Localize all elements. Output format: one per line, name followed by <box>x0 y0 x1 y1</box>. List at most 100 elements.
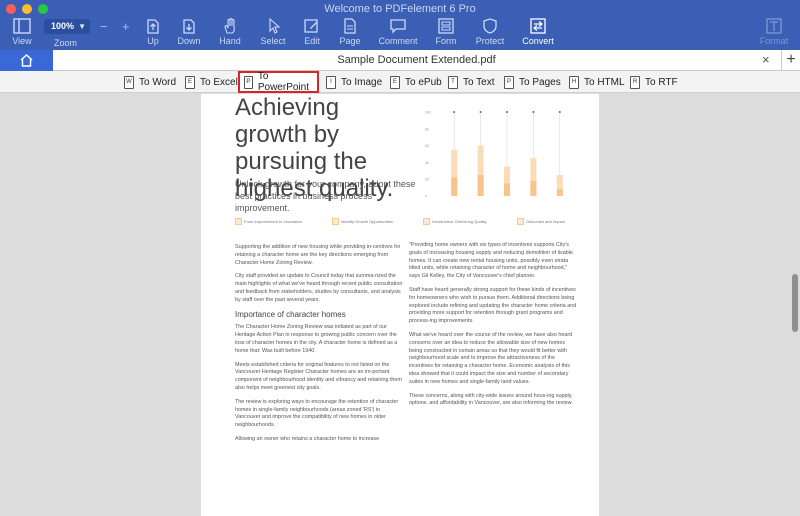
bar-chart: 100 80 60 40 20 0 <box>425 111 563 199</box>
legend-swatch <box>235 218 242 225</box>
pages-file-icon: P <box>504 75 514 89</box>
to-text-button[interactable]: T To Text <box>444 73 499 91</box>
to-rtf-button[interactable]: R To RTF <box>626 73 682 91</box>
hand-label: Hand <box>219 36 241 46</box>
to-html-button[interactable]: H To HTML <box>565 73 629 91</box>
legend-label: Outcomes and Impact <box>525 219 565 224</box>
chart-guide-dot <box>506 111 508 113</box>
paragraph: City staff provided an update to Council… <box>235 273 403 303</box>
to-rtf-label: To RTF <box>645 76 678 88</box>
hand-button[interactable]: Hand <box>208 18 252 50</box>
y-tick-label: 60 <box>425 144 429 148</box>
up-arrow-icon <box>147 19 159 34</box>
convert-button[interactable]: Convert <box>516 18 560 50</box>
to-epub-button[interactable]: E To ePub <box>386 73 446 91</box>
to-excel-label: To Excel <box>200 76 238 88</box>
document-tab-bar: Sample Document Extended.pdf × + <box>0 50 800 71</box>
paragraph: Allowing an owner who retains a characte… <box>235 435 380 442</box>
home-tab-button[interactable] <box>0 50 53 71</box>
close-tab-button[interactable]: × <box>762 52 770 67</box>
to-excel-button[interactable]: E To Excel <box>181 73 242 91</box>
document-tab-title[interactable]: Sample Document Extended.pdf <box>53 50 780 71</box>
y-tick-label: 80 <box>425 127 429 131</box>
convert-icon <box>530 18 546 34</box>
to-powerpoint-button[interactable]: P To PowerPoint <box>238 71 319 93</box>
down-button[interactable]: Down <box>167 18 211 50</box>
zoom-label: Zoom <box>54 38 78 48</box>
zoom-out-button[interactable]: − <box>100 19 108 34</box>
down-label: Down <box>177 36 201 46</box>
view-icon <box>13 18 31 34</box>
view-label: View <box>12 36 32 46</box>
page-label: Page <box>339 36 361 46</box>
paragraph: Meets established criteria for original … <box>235 361 402 391</box>
form-label: Form <box>435 36 457 46</box>
comment-icon <box>390 19 406 34</box>
subheading: Importance of character homes <box>235 309 346 319</box>
y-tick-label: 100 <box>425 111 431 115</box>
form-button[interactable]: Form <box>424 18 468 50</box>
to-epub-label: To ePub <box>405 76 442 88</box>
legend-swatch <box>516 218 524 225</box>
window-title: Welcome to PDFelement 6 Pro <box>324 3 476 15</box>
vertical-scrollbar-thumb[interactable] <box>792 274 798 332</box>
epub-file-icon: E <box>390 75 400 89</box>
down-arrow-icon <box>183 19 195 34</box>
form-icon <box>438 18 454 34</box>
hand-icon <box>224 18 235 34</box>
legend-label: Identify Growth Opportunities <box>341 219 393 224</box>
page-button[interactable]: Page <box>328 18 372 50</box>
chart-guide-dot <box>532 111 535 113</box>
to-word-button[interactable]: W To Word <box>120 73 180 91</box>
chart-legend: From Improvement to Innovation Identify … <box>235 218 565 225</box>
zoom-in-button[interactable]: + <box>122 19 130 34</box>
pdf-page: Achieving growth by pursuing the highest… <box>201 94 599 516</box>
format-button[interactable]: Format <box>752 18 796 50</box>
chart-guide-dot <box>453 111 456 113</box>
chart-bar-segment <box>530 180 537 196</box>
powerpoint-file-icon: P <box>244 75 253 89</box>
chart-guide-dot <box>479 111 482 113</box>
to-pages-label: To Pages <box>519 76 561 88</box>
zoom-select[interactable]: 100% ▼ <box>44 19 90 34</box>
paragraph: What we've heard over the course of the … <box>409 331 573 385</box>
comment-label: Comment <box>378 36 418 46</box>
chart-bar-segment <box>504 183 510 196</box>
convert-label: Convert <box>522 36 554 46</box>
to-pages-button[interactable]: P To Pages <box>500 73 565 91</box>
document-viewport[interactable]: Achieving growth by pursuing the highest… <box>0 94 800 516</box>
page-icon <box>344 18 356 34</box>
convert-options-bar: W To Word E To Excel P To PowerPoint I T… <box>0 71 800 93</box>
protect-button[interactable]: Protect <box>468 18 512 50</box>
to-html-label: To HTML <box>584 76 625 88</box>
to-text-label: To Text <box>463 76 495 88</box>
legend-item: Outcomes and Impact <box>516 218 565 225</box>
paragraph: The review is exploring ways to encourag… <box>235 398 399 429</box>
rtf-file-icon: R <box>630 75 640 89</box>
home-icon <box>20 53 33 67</box>
paragraph: These concerns, along with city-wide iss… <box>409 392 573 407</box>
chevron-down-icon: ▼ <box>78 22 86 31</box>
to-image-label: To Image <box>341 76 383 88</box>
to-word-label: To Word <box>139 76 177 88</box>
text-file-icon: T <box>448 75 458 89</box>
view-button[interactable]: View <box>0 18 44 50</box>
protect-label: Protect <box>475 36 505 46</box>
y-tick-label: 40 <box>425 161 429 165</box>
to-image-button[interactable]: I To Image <box>322 73 386 91</box>
app-toolbar: Welcome to PDFelement 6 Pro View 100% ▼ … <box>0 0 800 50</box>
add-tab-button[interactable]: + <box>781 50 800 71</box>
select-button[interactable]: Select <box>251 18 295 50</box>
to-powerpoint-label: To PowerPoint <box>257 71 309 93</box>
right-text-column: "Providing home owners with six types of… <box>409 242 579 414</box>
document-lead: Unlock growth for your company, adopt th… <box>235 179 416 213</box>
left-text-column: Supporting the addition of new housing w… <box>235 244 405 450</box>
chart-bar-segment <box>451 177 458 196</box>
select-cursor-icon <box>269 18 281 34</box>
legend-item: From Improvement to Innovation <box>235 218 302 225</box>
chart-bar-segment <box>477 175 484 196</box>
legend-swatch <box>332 218 340 225</box>
chart-bar-segment <box>556 189 563 196</box>
zoom-value: 100% <box>51 21 75 31</box>
comment-button[interactable]: Comment <box>376 18 420 50</box>
